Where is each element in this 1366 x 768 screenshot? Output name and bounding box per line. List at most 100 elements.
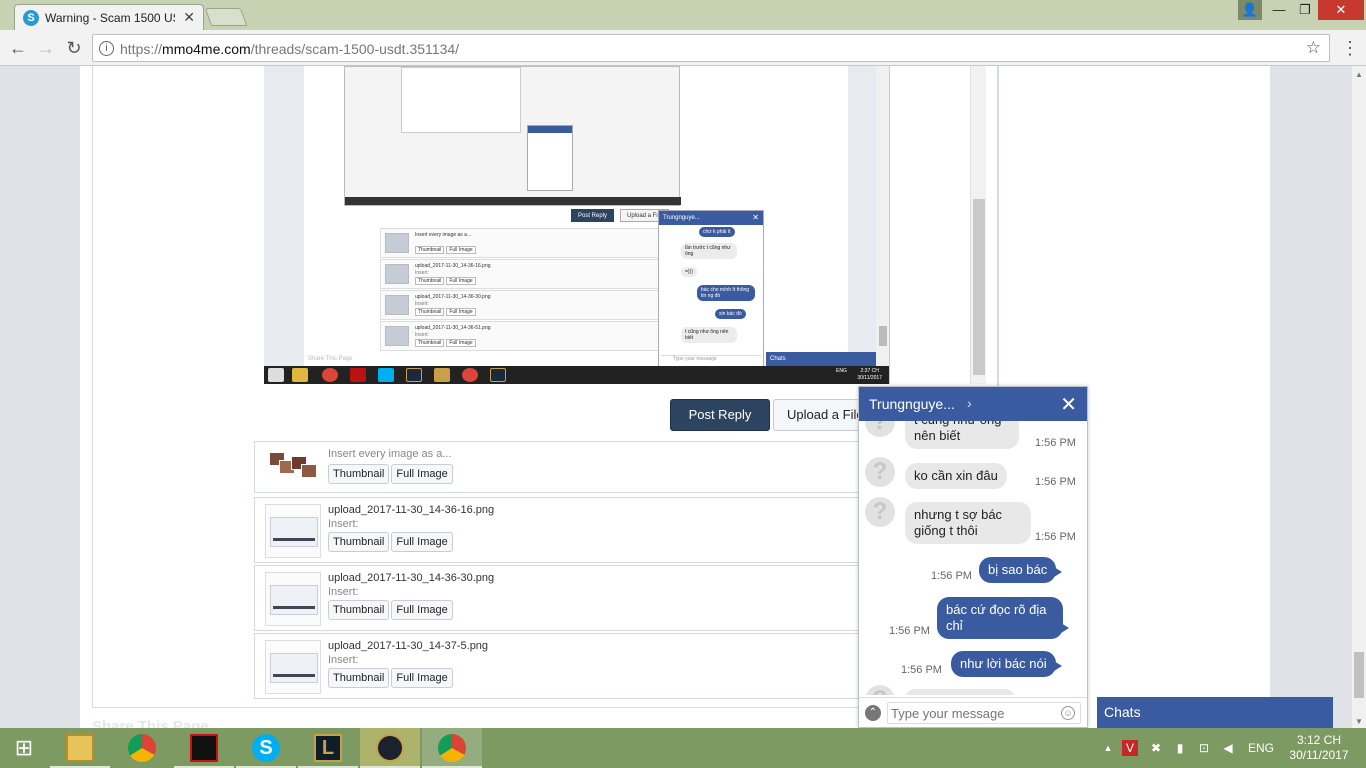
editor-scrollbar[interactable] [970, 66, 986, 384]
minimize-button[interactable]: — [1266, 0, 1292, 20]
chevron-up-icon[interactable]: ⌃ [865, 705, 881, 721]
skype-icon: S [252, 734, 280, 762]
shot-attachment-sub: Insert: [415, 301, 429, 307]
insert-full-image-button[interactable]: Full Image [391, 464, 453, 484]
thumb-screenshot [270, 653, 318, 683]
insert-thumbnail-button[interactable]: Thumbnail [328, 668, 390, 688]
insert-thumbnail-button[interactable]: Thumbnail [328, 464, 390, 484]
page-scrollbar[interactable]: ▲ ▼ [1352, 66, 1366, 728]
message-time: 1:56 PM [1035, 437, 1076, 449]
back-arrow-icon[interactable]: ← [6, 36, 30, 60]
message-time: 1:56 PM [901, 664, 942, 676]
shot-chat-message: =))) [681, 267, 697, 277]
message-time: 1:56 PM [931, 570, 972, 582]
insert-full-image-button[interactable]: Full Image [391, 668, 453, 688]
shot-garena-icon [350, 368, 366, 382]
close-icon[interactable]: ✕ [1060, 392, 1077, 417]
shot-thumbnail-label: Thumbnail [415, 308, 445, 316]
insert-full-image-button[interactable]: Full Image [391, 600, 453, 620]
site-info-icon[interactable]: i [99, 41, 114, 56]
chat-message: bác cứ đọc rõ địa chỉ [937, 597, 1069, 639]
browser-toolbar: ← → ↻ i https://mmo4me.com/threads/scam-… [0, 30, 1366, 66]
maximize-button[interactable]: ❐ [1292, 0, 1318, 20]
taskbar-garena[interactable] [174, 728, 234, 768]
address-bar[interactable]: i https://mmo4me.com/threads/scam-1500-u… [92, 34, 1330, 62]
taskbar-clock[interactable]: 3:12 CH 30/11/2017 [1284, 733, 1354, 763]
battery-icon[interactable]: ▮ [1172, 740, 1188, 756]
shot-thumbnail-label: Thumbnail [415, 246, 445, 254]
avatar: ? [865, 685, 895, 695]
shot-attachment-row: Insert every image as a... Thumbnail Full… [380, 228, 670, 258]
chat-message-input[interactable] [887, 702, 1081, 724]
editor-scrollbar-thumb[interactable] [973, 199, 985, 375]
security-tray-icon[interactable]: ✖ [1148, 740, 1164, 756]
shot-share-heading: Share This Page [308, 356, 353, 362]
shot-chat-message: bác cho mình ít thông tin ng đó [697, 285, 755, 301]
url-text[interactable]: https://mmo4me.com/threads/scam-1500-usd… [120, 41, 459, 57]
avatar: ? [865, 497, 895, 527]
shot-nested-chat-head [528, 126, 572, 133]
vivaldi-tray-icon[interactable]: V [1122, 740, 1138, 756]
shot-start-icon [268, 368, 284, 382]
attachment-name: upload_2017-11-30_14-37-5.png [328, 640, 489, 652]
shot-scrollbar-thumb [879, 326, 887, 346]
windows-taskbar: ⊞ S L ▲ V ✖ ▮ ⊡ ◀ ENG 3:12 CH 30/11/2017 [0, 728, 1366, 768]
browser-menu-icon[interactable]: ⋮ [1340, 38, 1360, 58]
new-tab-button[interactable] [204, 8, 248, 26]
shot-full-image-label: Full Image [446, 246, 476, 254]
taskbar-file-explorer[interactable] [50, 728, 110, 768]
attachment-thumbnail-image [265, 504, 321, 558]
volume-icon[interactable]: ◀ [1220, 740, 1236, 756]
shot-attachment-thumb [385, 295, 409, 315]
shot-attachment-buttons: Thumbnail Full Image [415, 246, 478, 254]
attachment-thumbnail-image [265, 448, 321, 484]
insert-full-image-button[interactable]: Full Image [391, 532, 453, 552]
network-icon[interactable]: ⊡ [1196, 740, 1212, 756]
emoji-icon[interactable]: ☺ [1061, 706, 1075, 720]
chat-footer: ⌃ ☺ [859, 697, 1087, 727]
tab-close-icon[interactable]: ✕ [183, 9, 195, 26]
attachment-row: upload_2017-11-30_14-36-16.png Insert: T… [254, 497, 874, 563]
chat-contact-name[interactable]: Trungnguye... [869, 396, 955, 412]
language-indicator[interactable]: ENG [1248, 741, 1274, 755]
user-profile-icon[interactable]: 👤 [1238, 0, 1262, 20]
tray-overflow-icon[interactable]: ▲ [1100, 740, 1116, 756]
shot-chrome-icon [322, 368, 338, 382]
browser-tab[interactable]: S Warning - Scam 1500 USDT ✕ [14, 4, 204, 30]
shot-nested-taskbar [345, 197, 681, 205]
reload-icon[interactable]: ↻ [62, 36, 86, 60]
taskbar-skype[interactable]: S [236, 728, 296, 768]
chat-header[interactable]: Trungnguye... › ✕ [859, 387, 1087, 421]
chevron-right-icon[interactable]: › [967, 395, 972, 411]
shot-full-image-label: Full Image [446, 308, 476, 316]
chat-messages[interactable]: ? t cũng như ông nên biết 1:56 PM ? ko c… [859, 421, 1087, 695]
thumb-photo [301, 464, 317, 478]
attachment-thumbnail-image [265, 640, 321, 694]
shot-attachment-row: upload_2017-11-30_14-36-16.png Insert: T… [380, 259, 670, 289]
attachment-row: upload_2017-11-30_14-37-5.png Insert: Th… [254, 633, 874, 699]
shot-attachment-name: upload_2017-11-30_14-36-16.png [415, 263, 491, 269]
taskbar-chrome-active[interactable] [422, 728, 482, 768]
insert-thumbnail-button[interactable]: Thumbnail [328, 532, 390, 552]
chat-message: ko cần xin đâu [905, 463, 1007, 489]
taskbar-chrome[interactable] [112, 728, 172, 768]
shot-chats-bar: Chats [766, 352, 876, 366]
scroll-down-icon[interactable]: ▼ [1355, 717, 1363, 726]
shot-attachment-row: upload_2017-11-30_14-36-30.png Insert: T… [380, 290, 670, 320]
windows-start-icon[interactable]: ⊞ [0, 728, 48, 768]
taskbar-league-of-legends[interactable]: L [298, 728, 358, 768]
attachment-row: Insert every image as a... Thumbnail Full… [254, 441, 874, 493]
chats-bar[interactable]: Chats [1097, 697, 1333, 728]
forward-arrow-icon[interactable]: → [34, 36, 58, 60]
chrome-icon [438, 734, 466, 762]
shot-attachment-thumb [385, 233, 409, 253]
scroll-up-icon[interactable]: ▲ [1355, 70, 1363, 79]
post-reply-button[interactable]: Post Reply [670, 399, 770, 431]
taskbar-league-client[interactable] [360, 728, 420, 768]
bookmark-star-icon[interactable]: ☆ [1306, 38, 1321, 58]
page-scrollbar-thumb[interactable] [1354, 652, 1364, 698]
shot-attachment-thumb [385, 326, 409, 346]
shot-attachment-buttons: Thumbnail Full Image [415, 339, 478, 347]
insert-thumbnail-button[interactable]: Thumbnail [328, 600, 390, 620]
close-window-button[interactable]: ✕ [1318, 0, 1364, 20]
